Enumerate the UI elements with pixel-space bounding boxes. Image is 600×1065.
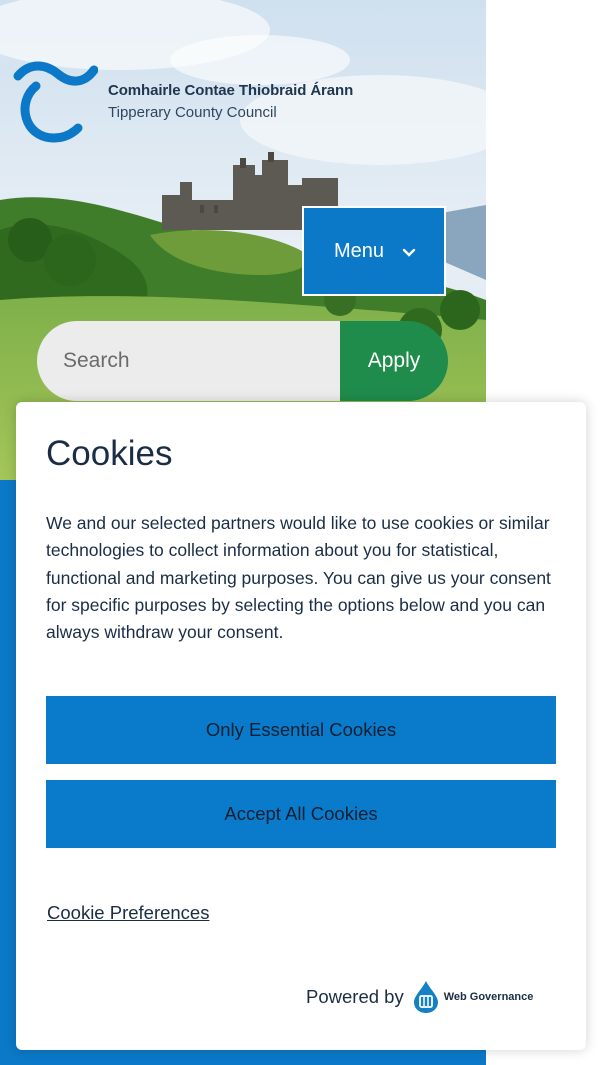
powered-by: Powered by Web Governance <box>306 980 533 1014</box>
cookie-dialog-description: We and our selected partners would like … <box>46 513 551 643</box>
menu-button[interactable]: Menu <box>302 206 446 296</box>
menu-button-label: Menu <box>333 239 385 262</box>
chevron-down-icon <box>402 245 416 257</box>
accept-all-cookies-button[interactable]: Accept All Cookies <box>46 780 556 848</box>
search-apply-button[interactable]: Apply <box>340 321 448 401</box>
council-logo-icon[interactable] <box>12 58 99 148</box>
search-input[interactable] <box>37 321 347 401</box>
org-name-english: Tipperary County Council <box>108 104 277 121</box>
web-governance-name: Web Governance <box>443 991 534 1003</box>
powered-by-label: Powered by <box>306 986 404 1007</box>
only-essential-cookies-button[interactable]: Only Essential Cookies <box>46 696 556 764</box>
cookie-preferences-link[interactable]: Cookie Preferences <box>47 902 209 924</box>
web-governance-drop-icon <box>413 981 438 1013</box>
cookie-dialog-title: Cookies <box>46 434 173 473</box>
web-governance-logo[interactable]: Web Governance <box>412 980 534 1014</box>
cookie-consent-dialog: Cookies We and our selected partners wou… <box>16 402 586 1050</box>
org-name-irish: Comhairle Contae Thiobraid Árann <box>108 82 354 99</box>
